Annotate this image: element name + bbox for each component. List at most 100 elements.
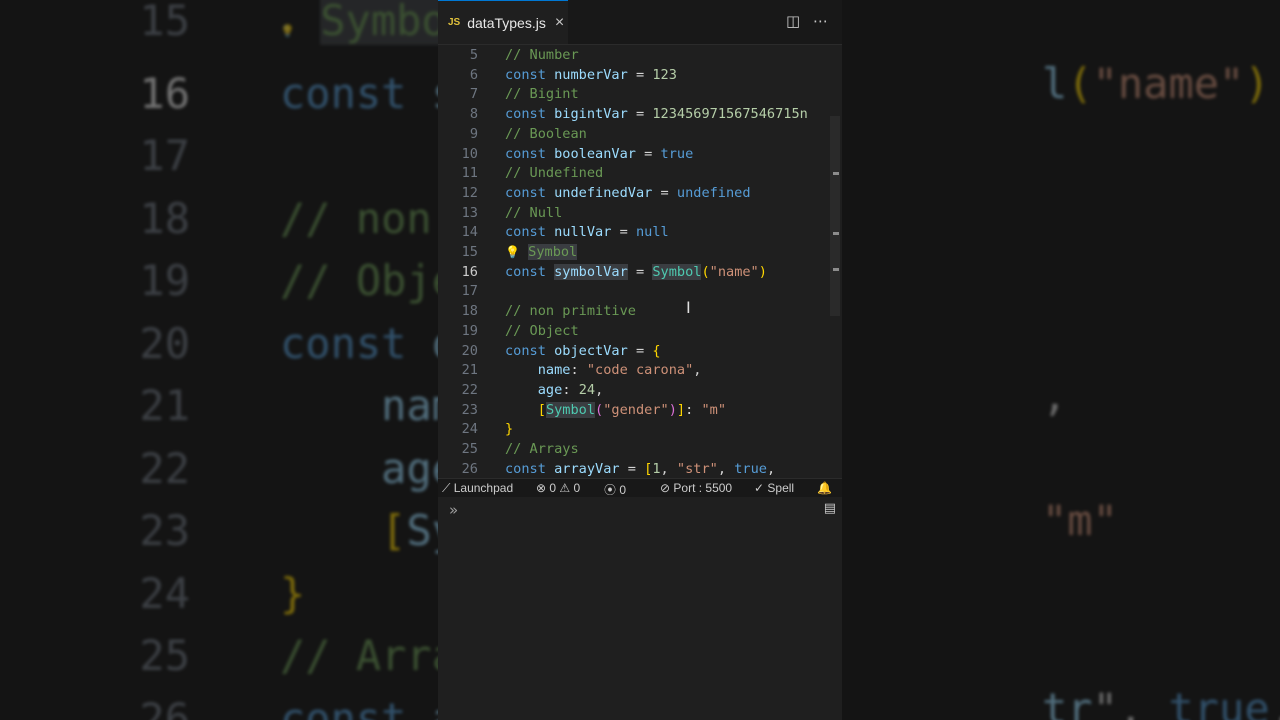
code-line[interactable]: 7 // Bigint: [438, 85, 828, 105]
line-number: 13: [461, 204, 478, 221]
background-code-line: [842, 553, 1280, 616]
port-label: Port : 5500: [673, 481, 733, 495]
code-line[interactable]: 24}: [438, 420, 828, 440]
scroll-marker: [833, 232, 839, 235]
background-line-number: 22: [139, 443, 190, 493]
line-number: 15: [461, 244, 478, 260]
code-line[interactable]: 16 const symbolVar = Symbol("name"): [438, 263, 828, 283]
tab-filename: dataTypes.js: [467, 14, 546, 31]
background-code-text: [1042, 559, 1067, 608]
code-line[interactable]: 10 const booleanVar = true: [438, 145, 828, 165]
background-code-text: [1042, 621, 1067, 670]
tab-datatypes-js[interactable]: JS dataTypes.js ×: [438, 0, 568, 44]
code-line[interactable]: 6 const numberVar = 123: [438, 66, 828, 86]
code-line[interactable]: 5 // Number: [438, 46, 828, 66]
background-code-left: 15 💡 Symbol 16 const sym 17 18 // non p 19 // Ob…: [70, 0, 438, 720]
code-editor[interactable]: 5 // Number 6 const numberVar = 123 7 // Bigi…: [438, 44, 842, 478]
panel-layout-icon[interactable]: ▤: [824, 501, 836, 516]
code-line[interactable]: 8 const bigintVar = 123456971567546715n: [438, 105, 828, 125]
lightbulb-icon[interactable]: 💡: [505, 245, 520, 259]
background-code-line: [842, 115, 1280, 178]
line-number: 25: [461, 441, 478, 457]
background-code-text: [1042, 434, 1067, 483]
background-code-line: l("name"): [842, 53, 1280, 116]
background-code-line: 15 💡 Symbol: [70, 0, 438, 63]
code-text: // Number: [505, 47, 579, 63]
code-line[interactable]: 20 const objectVar = {: [438, 342, 828, 362]
background-code-text: l("name"): [1042, 58, 1270, 108]
code-text: const booleanVar = true: [505, 145, 694, 162]
background-code-line: 25 // Arrays: [70, 625, 438, 688]
ports-item[interactable]: ⦿ 0: [604, 481, 626, 498]
ports-count: 0: [619, 483, 627, 497]
code-text: const bigintVar = 123456971567546715n: [505, 106, 808, 123]
launchpad-item[interactable]: ⟋ Launchpad: [442, 481, 513, 496]
text-cursor-icon: I: [686, 298, 691, 317]
background-code-line: [842, 303, 1280, 366]
lightbulb-icon[interactable]: 💡: [280, 24, 295, 38]
code-line[interactable]: 15 💡 Symbol: [438, 243, 828, 263]
more-actions-icon[interactable]: ⋯: [813, 12, 828, 30]
code-line[interactable]: 12 const undefinedVar = undefined: [438, 184, 828, 204]
line-number: 5: [469, 47, 478, 63]
code-line[interactable]: 19 // Object: [438, 322, 828, 342]
code-line[interactable]: 18 // non primitive: [438, 302, 828, 322]
background-line-number: 16: [139, 68, 190, 118]
background-code-text: name: [381, 381, 438, 430]
code-line[interactable]: 21 name: "code carona",: [438, 361, 828, 381]
code-line[interactable]: 22 age: 24,: [438, 381, 828, 401]
background-code-text: const sym: [280, 68, 438, 118]
background-line-number: 23: [139, 506, 190, 555]
code-line[interactable]: 17: [438, 282, 828, 302]
background-code-line: 20 const obj: [70, 313, 438, 376]
notifications-bell-icon[interactable]: 🔔: [817, 481, 832, 495]
code-line[interactable]: 26 const arrayVar = [1, "str", true,: [438, 460, 828, 478]
problems-item[interactable]: ⊗ 0 ⚠ 0: [536, 481, 580, 495]
terminal-panel[interactable]: » ▤: [438, 497, 842, 720]
background-code-line: 26 const ar: [70, 688, 438, 720]
code-text: [Symbol("gender")]: "m": [537, 401, 727, 418]
background-line-number: 26: [139, 693, 190, 720]
background-code-line: 24}: [70, 563, 438, 626]
background-code-line: 18 // non p: [70, 188, 438, 251]
line-number: 24: [461, 421, 478, 438]
background-code-text: [Symb: [381, 506, 438, 555]
background-code-text: // non p: [280, 193, 432, 243]
code-line[interactable]: 25 // Arrays: [438, 440, 828, 460]
split-editor-icon[interactable]: ◫: [786, 12, 800, 30]
code-line[interactable]: 13 // Null: [438, 204, 828, 224]
code-line[interactable]: 23 [Symbol("gender")]: "m": [438, 401, 828, 421]
code-text: }: [505, 421, 514, 438]
chevron-double-right-icon: »: [449, 501, 459, 519]
scroll-marker: [833, 172, 839, 175]
background-code-line: 16 const sym: [70, 63, 438, 126]
line-number: 22: [461, 381, 478, 398]
spell-check-item[interactable]: ✓ Spell: [754, 481, 794, 495]
code-line[interactable]: 9 // Boolean: [438, 125, 828, 145]
code-text: // Object: [505, 322, 579, 339]
code-line[interactable]: 14 const nullVar = null: [438, 223, 828, 243]
background-line-number: 19: [139, 256, 190, 305]
background-code-text: const obj: [280, 318, 438, 368]
background-code-text: ,: [1042, 371, 1068, 420]
background-code-text: age:: [381, 443, 438, 493]
live-server-port[interactable]: ⊘ Port : 5500: [660, 481, 732, 495]
line-number: 10: [461, 145, 478, 162]
background-code-text: [1042, 309, 1067, 358]
background-line-number: 21: [139, 381, 190, 430]
code-text: // Arrays: [505, 441, 579, 457]
scroll-marker: [833, 268, 839, 271]
line-number: 20: [461, 342, 478, 359]
background-code-line: ,: [842, 365, 1280, 428]
scrollbar-track[interactable]: [830, 116, 840, 316]
background-code-line: [842, 428, 1280, 491]
line-number: 23: [461, 401, 478, 418]
close-icon[interactable]: ×: [555, 14, 564, 32]
line-number: 21: [461, 362, 478, 379]
background-code-line: 19 // Objec: [70, 250, 438, 313]
line-number: 9: [469, 125, 478, 142]
code-line[interactable]: 11 // Undefined: [438, 164, 828, 184]
background-code-text: "m": [1042, 496, 1118, 545]
background-zoom-right: l("name") , "m" tr", true,: [842, 0, 1280, 720]
line-number: 16: [461, 263, 478, 280]
